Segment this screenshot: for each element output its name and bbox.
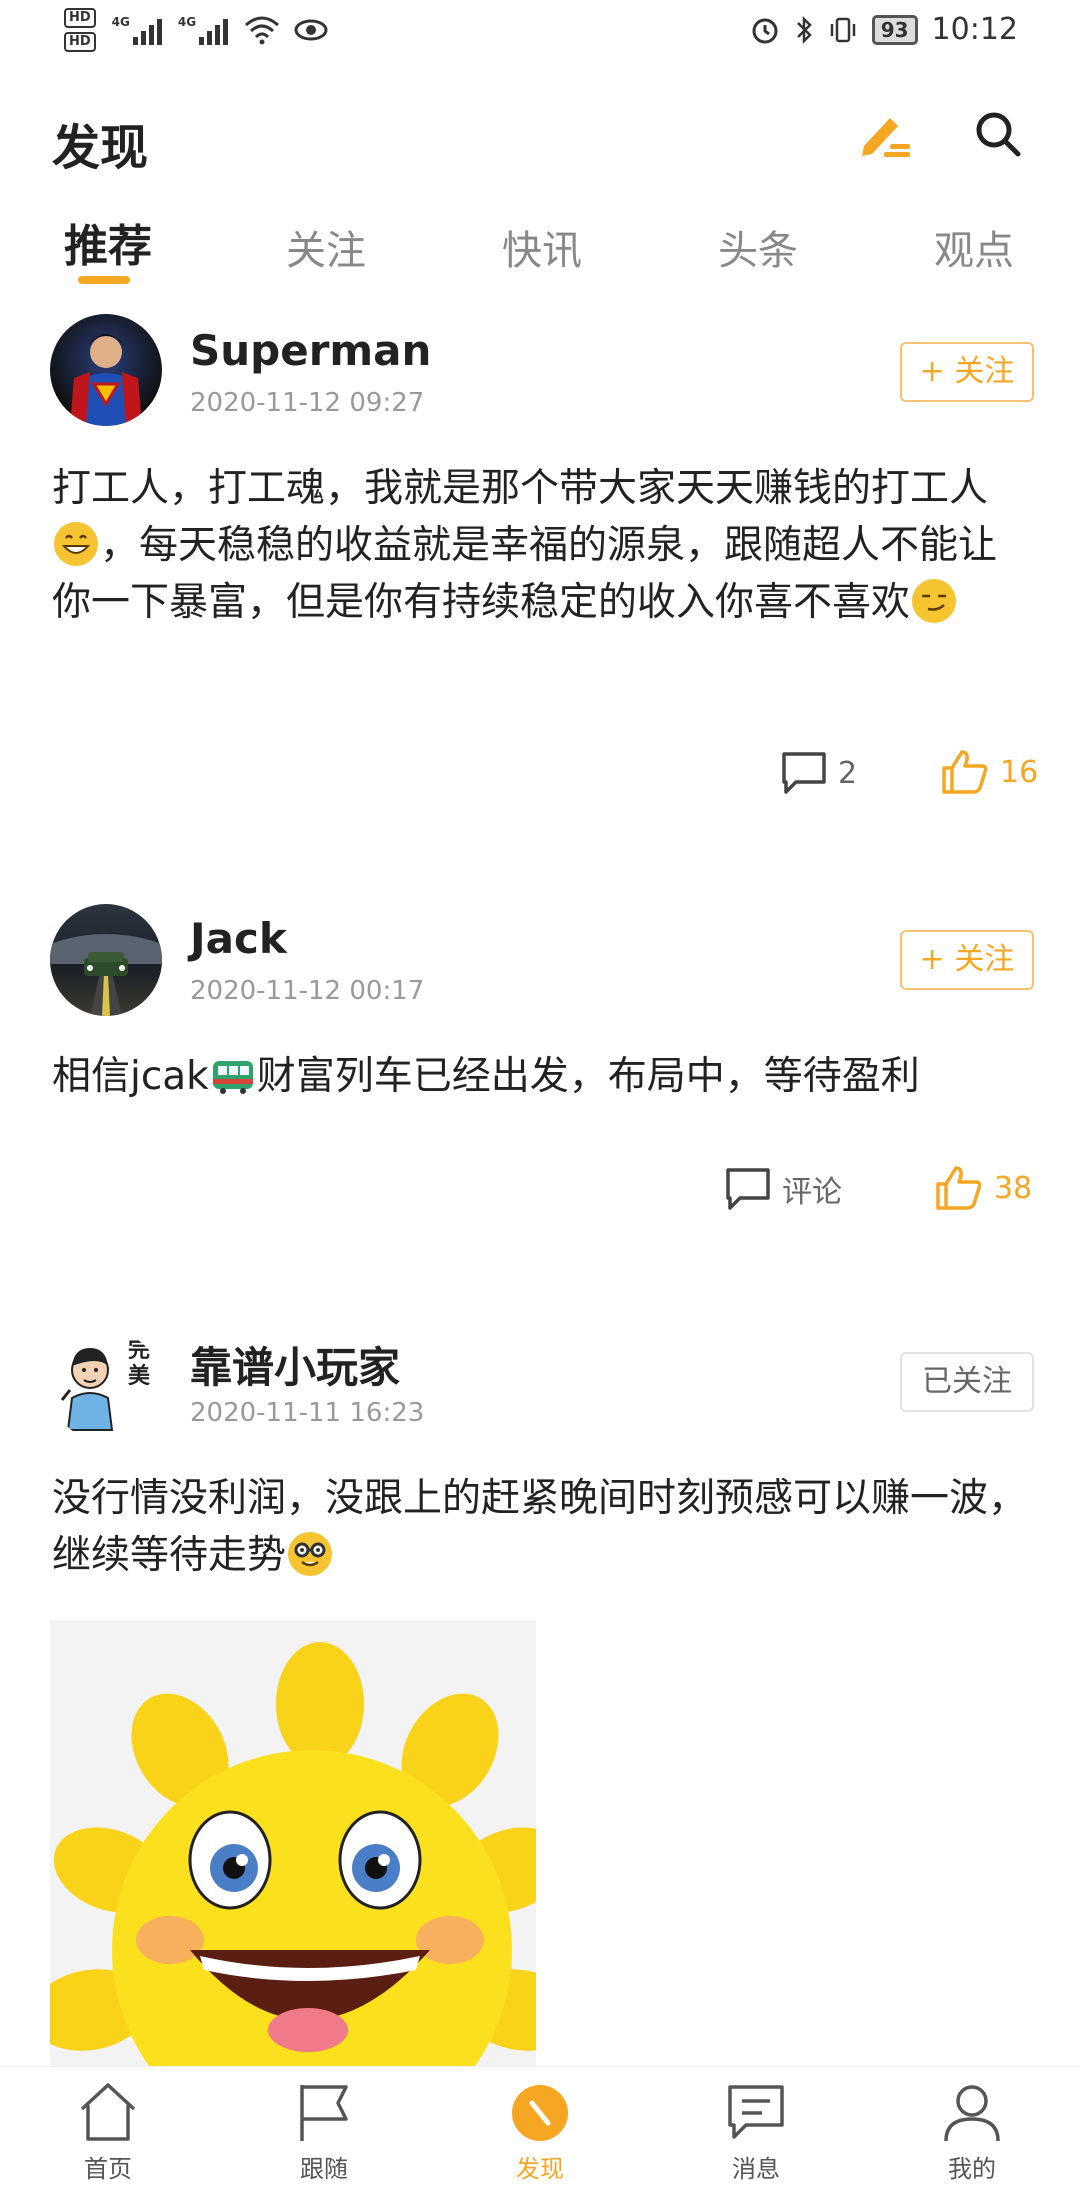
nav-label: 发现: [516, 2155, 564, 2183]
car-avatar-image: [50, 934, 162, 1016]
tab-bar: 推荐 关注 快讯 头条 观点: [0, 210, 1080, 290]
post-content: 没行情没利润，没跟上的赶紧晚间时刻预感可以赚一波，继续等待走势: [52, 1470, 1032, 1584]
battery-indicator: 93: [871, 14, 918, 45]
post-image[interactable]: [50, 1620, 536, 2066]
username[interactable]: Jack: [190, 914, 287, 963]
hd-indicators: HD HD: [64, 8, 96, 52]
comment-label: 评论: [782, 1175, 842, 1210]
post-card[interactable]: Superman 2020-11-12 09:27 + 关注 打工人，打工魂，我…: [0, 310, 1080, 830]
status-right: 93 10:12: [750, 12, 1018, 47]
nav-label: 首页: [84, 2155, 132, 2183]
alarm-icon: [752, 18, 778, 43]
tab-flash[interactable]: 快讯: [502, 218, 582, 276]
avatar-caption: 完美: [128, 1338, 151, 1389]
tab-headlines[interactable]: 头条: [718, 218, 798, 276]
search-button[interactable]: [970, 106, 1026, 162]
eye-icon: [294, 19, 328, 41]
nav-label: 跟随: [300, 2155, 348, 2183]
vibrate-icon: [830, 17, 855, 42]
nerd-emoji-icon: [288, 1532, 333, 1576]
signal-tag: 4G: [177, 15, 197, 29]
follow-button[interactable]: + 关注: [900, 342, 1034, 402]
thumbs-up-icon: [942, 750, 988, 794]
comment-count: 2: [838, 755, 858, 791]
nav-label: 我的: [948, 2155, 996, 2183]
post-text: 财富列车已经出发，布局中，等待盈利: [256, 1054, 920, 1099]
message-icon: [728, 2085, 784, 2139]
post-text: 没行情没利润，没跟上的赶紧晚间时刻预感可以赚一波，继续等待走势: [52, 1476, 1028, 1578]
post-card[interactable]: 完美 靠谱小玩家 2020-11-11 16:23 已关注 没行情没利润，没跟上…: [0, 1320, 1080, 2066]
post-card[interactable]: Jack 2020-11-12 00:17 + 关注 相信jcak 财富列车已经出…: [0, 900, 1080, 1260]
status-left: HD HD 4G 4G: [64, 8, 328, 52]
smirk-emoji-icon: [912, 579, 957, 623]
hd-badge: HD: [64, 32, 96, 52]
followed-button[interactable]: 已关注: [900, 1352, 1034, 1412]
status-bar: HD HD 4G 4G 93 10:12: [0, 0, 1080, 66]
home-icon: [80, 2083, 136, 2141]
comment-icon: [726, 1168, 770, 1210]
tab-opinions[interactable]: 观点: [934, 218, 1014, 276]
post-text: 相信jcak: [52, 1054, 209, 1099]
edit-button[interactable]: [856, 104, 916, 164]
tab-follow[interactable]: 关注: [286, 218, 366, 276]
edit-pen-icon: [862, 118, 910, 157]
signal-icon: 4G: [177, 15, 229, 45]
hd-badge: HD: [64, 8, 96, 28]
signal-icon: 4G: [112, 15, 162, 45]
header: 发现: [0, 100, 1080, 180]
nav-messages[interactable]: 消息: [696, 2081, 816, 2184]
nav-discover[interactable]: 发现: [480, 2081, 600, 2184]
bluetooth-icon: [796, 15, 812, 44]
superman-avatar-image: [70, 334, 142, 426]
signal-tag: 4G: [111, 15, 130, 29]
bottom-nav: 首页 跟随 发现 消息 我的: [0, 2066, 1080, 2204]
like-count: 38: [994, 1170, 1033, 1206]
avatar[interactable]: 完美: [50, 1330, 162, 1442]
train-emoji-icon: [211, 1053, 255, 1097]
page-title: 发现: [52, 120, 149, 176]
grin-emoji-icon: [54, 522, 98, 566]
tab-indicator: [78, 276, 130, 284]
comment-icon: [782, 752, 826, 794]
nav-profile[interactable]: 我的: [912, 2081, 1032, 2184]
like-count: 16: [1000, 754, 1039, 790]
nav-label: 消息: [732, 2155, 780, 2183]
flag-icon: [300, 2085, 348, 2141]
profile-icon: [944, 2085, 1000, 2142]
like-button[interactable]: 16: [940, 748, 1038, 796]
clock: 10:12: [931, 12, 1018, 47]
wifi-icon: [245, 16, 280, 45]
nav-follow[interactable]: 跟随: [264, 2081, 384, 2184]
thumbs-up-icon: [936, 1166, 982, 1210]
post-text: 打工人，打工魂，我就是那个带大家天天赚钱的打工人: [52, 466, 989, 511]
follow-button[interactable]: + 关注: [900, 930, 1034, 990]
discover-icon: [512, 2085, 568, 2141]
like-button[interactable]: 38: [934, 1164, 1032, 1212]
post-timestamp: 2020-11-12 00:17: [190, 976, 425, 1006]
nav-home[interactable]: 首页: [48, 2081, 168, 2184]
comment-button[interactable]: 评论: [724, 1166, 842, 1212]
tab-recommend[interactable]: 推荐: [64, 210, 152, 274]
avatar[interactable]: [50, 314, 162, 426]
username[interactable]: Superman: [190, 326, 431, 375]
username[interactable]: 靠谱小玩家: [190, 1334, 400, 1395]
post-timestamp: 2020-11-12 09:27: [190, 388, 425, 418]
avatar[interactable]: [50, 904, 162, 1016]
post-text: ，每天稳稳的收益就是幸福的源泉，跟随超人不能让你一下暴富，但是你有持续稳定的收入…: [52, 523, 998, 625]
search-icon: [976, 112, 1021, 157]
sun-cartoon-image: [50, 1642, 536, 2066]
post-content: 打工人，打工魂，我就是那个带大家天天赚钱的打工人 ，每天稳稳的收益就是幸福的源泉，…: [52, 460, 1032, 631]
comment-button[interactable]: 2: [780, 750, 857, 796]
post-timestamp: 2020-11-11 16:23: [190, 1398, 425, 1428]
post-content: 相信jcak 财富列车已经出发，布局中，等待盈利: [52, 1048, 1032, 1105]
